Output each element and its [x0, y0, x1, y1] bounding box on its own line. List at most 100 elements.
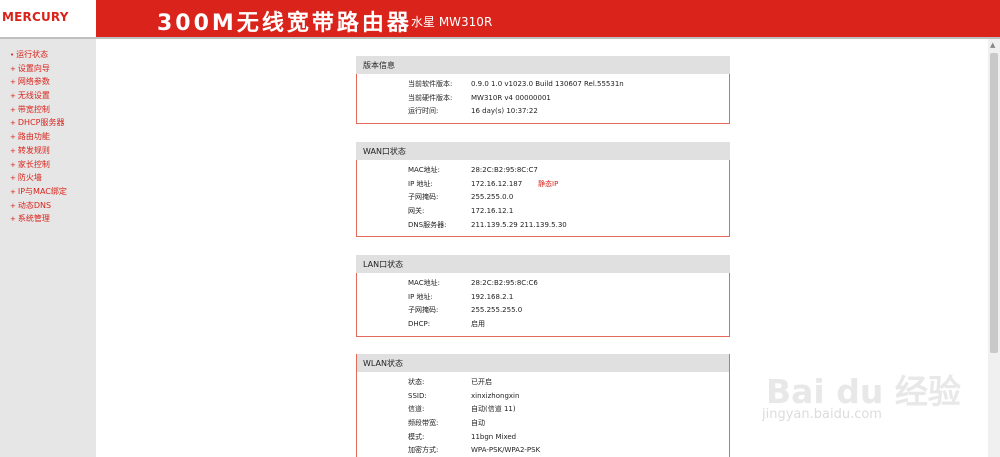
info-row: IP 地址: 172.16.12.187 静态IP	[357, 178, 729, 192]
info-row: 信道: 自动(信道 11)	[357, 403, 729, 417]
row-label: IP 地址:	[408, 292, 433, 301]
plus-icon: +	[10, 146, 16, 155]
row-label: 状态:	[408, 378, 425, 386]
row-value: 211.139.5.29 211.139.5.30	[471, 220, 567, 229]
plus-icon: +	[10, 78, 16, 87]
sidebar-item-label: 设置向导	[17, 63, 50, 73]
sidebar-item-label: 系统管理	[17, 214, 50, 224]
plus-icon: +	[10, 174, 16, 183]
info-row: SSID: xinxizhongxin	[357, 390, 729, 404]
row-value: 28:2C:B2:95:8C:C6	[471, 279, 538, 287]
row-value: xinxizhongxin	[471, 391, 520, 400]
plus-icon: +	[10, 201, 16, 210]
info-row: 频段带宽: 自动	[357, 417, 729, 431]
sidebar-item-label: 防火墙	[17, 173, 42, 183]
sidebar-item-parental[interactable]: + 家长控制	[0, 158, 67, 172]
row-value: 172.16.12.187	[471, 179, 523, 188]
sidebar-item-dhcp[interactable]: + DHCP服务器	[0, 116, 67, 130]
brand-model: 水星 MW310R	[411, 15, 493, 29]
plus-icon: +	[10, 215, 16, 224]
panel-title: WLAN状态	[357, 354, 729, 372]
scroll-up-icon[interactable]: ▲	[990, 41, 995, 49]
sidebar-item-ipmac[interactable]: + IP与MAC绑定	[0, 185, 67, 199]
row-label: MAC地址:	[408, 279, 440, 287]
baidu-watermark: Bai du 经验 jingyan.baidu.com	[742, 347, 977, 437]
info-row: 模式: 11bgn Mixed	[357, 431, 729, 445]
sidebar-item-firewall[interactable]: + 防火墙	[0, 171, 67, 185]
plus-icon: +	[10, 92, 16, 101]
sidebar-item-label: 带宽控制	[17, 104, 50, 114]
panel-title: 版本信息	[356, 56, 730, 74]
sidebar-item-routing[interactable]: + 路由功能	[0, 130, 67, 144]
info-row: DNS服务器: 211.139.5.29 211.139.5.30	[357, 219, 729, 233]
row-label: 子网掩码:	[408, 193, 439, 202]
watermark-text: Bai du 经验	[766, 372, 961, 411]
sidebar-item-label: 运行状态	[16, 50, 49, 59]
info-row: DHCP: 启用	[357, 318, 729, 332]
info-row: 网关: 172.16.12.1	[357, 205, 729, 219]
info-row: 加密方式: WPA-PSK/WPA2-PSK	[357, 444, 729, 457]
panel-title: WAN口状态	[356, 142, 730, 160]
bullet-icon: +	[10, 64, 16, 73]
sidebar-item-bandwidth[interactable]: + 带宽控制	[0, 103, 67, 117]
row-value: 172.16.12.1	[471, 207, 514, 216]
bullet-icon: •	[10, 51, 15, 59]
row-value: 0.9.0 1.0 v1023.0 Build 130607 Rel.55531…	[471, 80, 624, 88]
row-label: 子网掩码:	[408, 306, 439, 315]
info-row: IP 地址: 192.168.2.1	[357, 291, 729, 305]
row-value: 192.168.2.1	[471, 292, 514, 301]
sidebar-item-ddns[interactable]: + 动态DNS	[0, 199, 67, 213]
row-label: SSID:	[408, 391, 427, 400]
sidebar-item-label: 网络参数	[17, 77, 50, 87]
row-label: DNS服务器:	[408, 220, 447, 229]
row-value: WPA-PSK/WPA2-PSK	[471, 446, 541, 455]
sidebar-item-label: 无线设置	[17, 91, 50, 101]
row-value: 255.255.0.0	[471, 193, 514, 202]
sidebar-item-forwarding[interactable]: + 转发规则	[0, 144, 67, 158]
sidebar-item-label: 动态DNS	[17, 200, 52, 210]
row-value: 28:2C:B2:95:8C:C7	[471, 166, 538, 174]
row-label: 加密方式:	[408, 446, 439, 455]
wlan-panel: WLAN状态 状态: 已开启 SSID: xinxizhongxin 信道: 自动(信…	[356, 354, 730, 457]
plus-icon: +	[10, 187, 16, 196]
row-value: 自动(信道 11)	[471, 405, 516, 414]
lan-panel: LAN口状态 MAC地址: 28:2C:B2:95:8C:C6 IP 地址: 192…	[356, 255, 730, 337]
sidebar-item-system[interactable]: + 系统管理	[0, 212, 67, 226]
info-row: 状态: 已开启	[357, 376, 729, 390]
sidebar-item-label: 家长控制	[17, 159, 50, 169]
info-row: 子网掩码: 255.255.0.0	[357, 191, 729, 205]
watermark-url: jingyan.baidu.com	[762, 407, 882, 422]
sidebar-item-label: 路由功能	[17, 132, 50, 142]
row-label: MAC地址:	[408, 166, 440, 174]
row-label: 信道:	[408, 405, 425, 414]
sidebar-item-wireless[interactable]: + 无线设置	[0, 89, 67, 103]
ip-type-badge: 静态IP	[538, 179, 559, 188]
mercury-logo: MERCURY	[0, 0, 96, 37]
row-value: 启用	[471, 320, 485, 329]
plus-icon: +	[10, 160, 16, 169]
sidebar-item-label: IP与MAC绑定	[17, 186, 67, 196]
row-value: 已开启	[471, 378, 492, 386]
info-row: 运行时间: 16 day(s) 10:37:22	[357, 105, 729, 119]
product-title: 300M无线宽带路由器	[157, 11, 412, 36]
scrollbar-thumb[interactable]	[990, 53, 998, 353]
vertical-scrollbar[interactable]: ▲	[988, 39, 1000, 457]
info-row: 当前硬件版本: MW310R v4 00000001	[357, 92, 729, 106]
row-label: 当前软件版本:	[408, 80, 453, 88]
row-label: 模式:	[408, 432, 425, 441]
row-value: 11bgn Mixed	[471, 432, 517, 441]
info-row: 子网掩码: 255.255.255.0	[357, 304, 729, 318]
sidebar-item-status[interactable]: • 运行状态	[0, 48, 67, 62]
row-value: MW310R v4 00000001	[471, 93, 551, 102]
sidebar-item-network[interactable]: + 网络参数	[0, 75, 67, 89]
sidebar-item-wizard[interactable]: + 设置向导	[0, 62, 67, 76]
panel-title: LAN口状态	[356, 255, 730, 273]
version-panel: 版本信息 当前软件版本: 0.9.0 1.0 v1023.0 Build 1306…	[356, 56, 730, 125]
row-label: 网关:	[408, 207, 425, 216]
row-value: 自动	[471, 419, 485, 428]
row-label: 运行时间:	[408, 107, 439, 116]
row-value: 16 day(s) 10:37:22	[471, 107, 538, 116]
row-label: 频段带宽:	[408, 419, 439, 428]
row-label: 当前硬件版本:	[408, 93, 453, 102]
sidebar-item-label: 转发规则	[17, 145, 50, 155]
